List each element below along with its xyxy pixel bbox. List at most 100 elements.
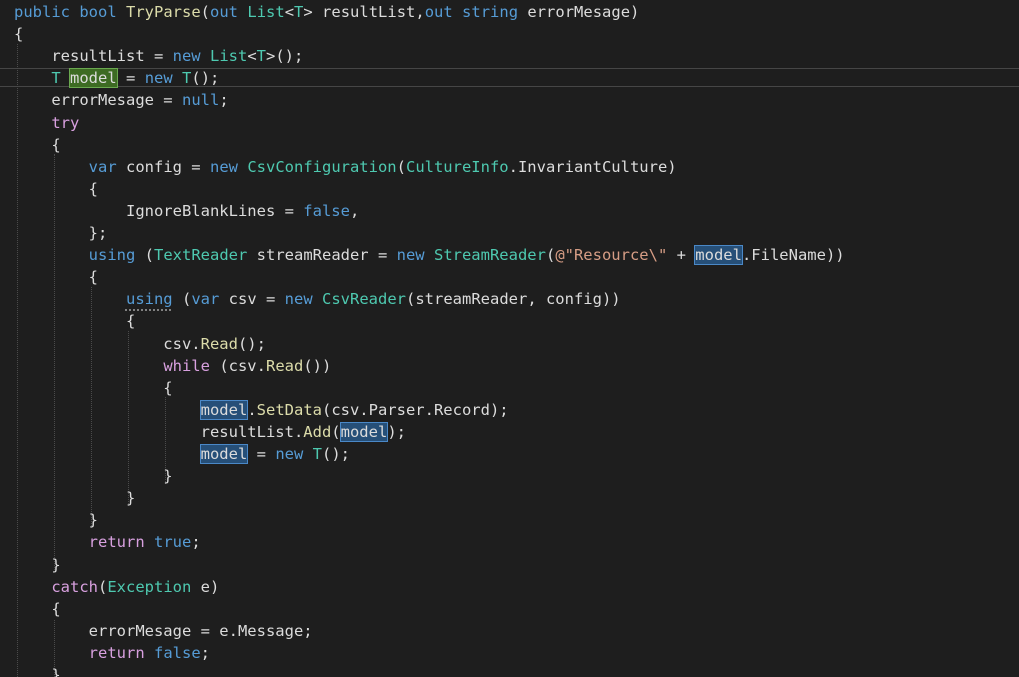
code-line-16[interactable]: csv.Read(); (14, 333, 266, 355)
code-token: . (247, 400, 257, 419)
code-token: var (191, 290, 220, 309)
code-line-23[interactable]: } (14, 487, 135, 509)
code-line-26[interactable]: } (14, 554, 61, 576)
code-token: out (424, 3, 453, 21)
code-line-22[interactable]: } (14, 465, 172, 487)
code-token: StreamReader (433, 246, 546, 265)
code-token: >(); (266, 47, 304, 66)
code-line-6[interactable]: try (14, 112, 79, 134)
code-line-17[interactable]: while (csv.Read()) (14, 355, 331, 377)
code-line-18[interactable]: { (14, 377, 173, 399)
code-token: IgnoreBlankLines = (14, 201, 304, 220)
code-token: (csv.Parser.Record); (321, 400, 509, 419)
code-line-30[interactable]: return false; (14, 642, 210, 664)
code-line-11[interactable]: }; (14, 222, 108, 244)
code-line-21[interactable]: model = new T(); (14, 443, 350, 465)
code-line-20[interactable]: resultList.Add(model); (14, 421, 406, 443)
code-token: new (144, 69, 173, 88)
code-line-13[interactable]: { (14, 266, 98, 288)
code-line-10[interactable]: IgnoreBlankLines = false, (14, 200, 359, 222)
code-token: TryParse (126, 3, 201, 21)
code-token: new (396, 246, 425, 265)
code-line-14[interactable]: using (var csv = new CsvReader(streamRea… (14, 288, 621, 310)
code-token: csv = (219, 290, 285, 309)
code-token: Read (200, 334, 238, 353)
code-line-8[interactable]: var config = new CsvConfiguration(Cultur… (14, 156, 677, 178)
code-token: (); (322, 445, 350, 463)
code-token: ( (396, 157, 406, 176)
code-token: ( (135, 246, 154, 265)
code-line-5[interactable]: errorMesage = null; (14, 89, 228, 111)
code-line-31[interactable]: } (14, 664, 60, 677)
code-token: < (247, 47, 257, 66)
code-line-15[interactable]: { (14, 310, 135, 332)
code-token: CsvReader (322, 290, 406, 309)
symbol-highlight[interactable]: model (69, 68, 118, 89)
code-token: T (182, 69, 192, 88)
code-editor[interactable]: public bool TryParse(out List<T> resultL… (0, 0, 1019, 677)
code-line-24[interactable]: } (14, 509, 98, 531)
code-token: .FileName)) (741, 246, 845, 265)
code-token: string (462, 3, 519, 21)
code-token: null (181, 91, 220, 110)
code-line-19[interactable]: model.SetData(csv.Parser.Record); (14, 399, 509, 421)
code-line-4[interactable]: T model = new T(); (14, 67, 219, 89)
symbol-highlight[interactable]: model (199, 399, 249, 420)
code-token: streamReader = (247, 246, 397, 265)
code-line-25[interactable]: return true; (14, 531, 201, 553)
code-token: (); (237, 334, 266, 353)
code-token: T (256, 47, 266, 66)
code-token: (); (191, 69, 220, 88)
code-token: Read (265, 356, 304, 375)
code-token: TextReader (154, 246, 248, 265)
code-token: (streamReader, config)) (406, 290, 621, 309)
code-line-1[interactable]: public bool TryParse(out List<T> resultL… (14, 1, 639, 23)
code-line-3[interactable]: resultList = new List<T>(); (14, 45, 303, 67)
code-token: List (209, 47, 248, 66)
code-token: { (14, 268, 98, 287)
code-token: ); (387, 422, 406, 441)
code-token: ()) (303, 356, 332, 375)
code-token: var (88, 157, 117, 176)
code-line-2[interactable]: { (14, 23, 23, 45)
symbol-highlight[interactable]: model (694, 245, 743, 266)
code-line-7[interactable]: { (14, 134, 60, 156)
code-token: out (210, 3, 239, 21)
code-token: }; (14, 224, 108, 242)
code-token: using (125, 290, 173, 309)
code-token: T (312, 445, 322, 463)
code-token: false (303, 201, 350, 220)
code-token: .InvariantCulture) (508, 157, 677, 176)
code-token: resultList = (14, 47, 173, 66)
code-token: new (209, 157, 238, 176)
code-token: false (154, 643, 201, 662)
code-token: CultureInfo (405, 157, 509, 176)
code-token: using (88, 246, 136, 265)
code-line-9[interactable]: { (14, 178, 98, 200)
code-token: ; (191, 533, 201, 552)
code-line-28[interactable]: { (14, 598, 60, 620)
code-line-12[interactable]: using (TextReader streamReader = new Str… (14, 244, 845, 266)
symbol-highlight[interactable]: model (199, 444, 249, 464)
symbol-highlight[interactable]: model (339, 421, 389, 442)
code-token: T (51, 69, 61, 88)
code-line-27[interactable]: catch(Exception e) (14, 576, 219, 598)
code-token: { (14, 378, 173, 397)
code-token: return (88, 643, 145, 662)
code-token: { (14, 312, 136, 331)
code-line-29[interactable]: errorMesage = e.Message; (14, 620, 313, 642)
code-token: { (14, 179, 98, 198)
code-token: } (14, 555, 61, 574)
